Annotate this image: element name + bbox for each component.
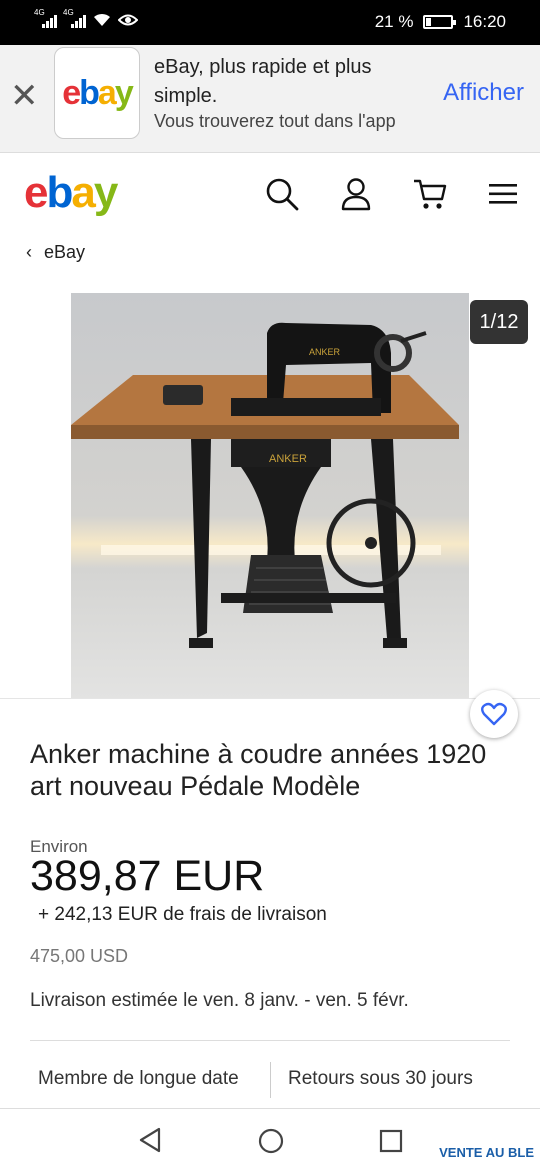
watermark: VENTE AU BLE [439, 1145, 534, 1160]
listing-title: Anker machine à coudre années 1920 art n… [30, 739, 487, 801]
delivery-estimate: Livraison estimée le ven. 8 janv. - ven.… [30, 990, 409, 1011]
banner-title: eBay, plus rapide et plus simple. [154, 56, 372, 107]
price: 389,87 EUR [30, 852, 265, 900]
banner-subtitle: Vous trouverez tout dans l'app [154, 111, 396, 131]
machine-brand-label: ANKER [269, 453, 307, 465]
search-icon[interactable] [264, 176, 300, 212]
wifi-icon [94, 13, 110, 26]
svg-text:ANKER: ANKER [309, 347, 341, 357]
recent-apps-icon[interactable] [379, 1129, 403, 1153]
app-logo: ebay [54, 47, 140, 139]
original-price: 475,00 USD [30, 946, 129, 966]
divider [30, 1040, 510, 1041]
network-type-label: 4G [63, 8, 74, 17]
logo-letter: b [79, 73, 100, 112]
breadcrumb[interactable]: ‹ eBay [26, 242, 85, 263]
image-counter: 1/12 [470, 300, 528, 344]
logo-letter: e [24, 168, 49, 217]
divider [0, 698, 540, 699]
logo-letter: a [97, 73, 117, 112]
site-header: ebay [0, 154, 540, 234]
eye-icon [118, 14, 138, 26]
chevron-left-icon: ‹ [26, 242, 32, 262]
header-icons [264, 176, 518, 212]
home-icon[interactable] [258, 1128, 284, 1154]
status-left: 4G 4G [34, 8, 138, 28]
signal-icon: 4G [34, 8, 57, 28]
shipping-cost: + 242,13 EUR de frais de livraison [38, 904, 327, 925]
sewing-machine-illustration: ANKER ANKER [71, 293, 469, 698]
battery-icon [423, 15, 457, 29]
logo-letter: e [62, 73, 81, 112]
system-nav-bar: VENTE AU BLE [0, 1108, 540, 1170]
ebay-logo: ebay [62, 73, 134, 113]
product-image[interactable]: ANKER ANKER [71, 293, 469, 698]
feature-long-time-member: Membre de longue date [38, 1068, 239, 1089]
feature-divider [270, 1062, 271, 1098]
logo-letter: a [71, 168, 96, 217]
battery-level [426, 18, 432, 26]
heart-icon [481, 702, 507, 726]
close-icon[interactable]: ✕ [10, 79, 39, 113]
cart-icon[interactable] [412, 177, 448, 211]
logo-letter: y [114, 73, 134, 112]
network-type-label: 4G [34, 8, 45, 17]
signal-icon: 4G [63, 8, 86, 28]
user-icon[interactable] [340, 177, 372, 211]
feature-returns: Retours sous 30 jours [288, 1068, 473, 1089]
menu-icon[interactable] [488, 182, 518, 206]
status-bar: 4G 4G 21 % 16:20 [0, 0, 540, 45]
watchlist-button[interactable] [470, 690, 518, 738]
clock: 16:20 [463, 12, 506, 31]
ebay-logo[interactable]: ebay [24, 168, 119, 218]
status-right: 21 % 16:20 [375, 12, 506, 32]
show-app-button[interactable]: Afficher [443, 79, 524, 107]
logo-letter: y [93, 168, 119, 217]
breadcrumb-label: eBay [44, 242, 86, 262]
back-icon[interactable] [138, 1127, 162, 1153]
app-banner: ✕ ebay eBay, plus rapide et plus simple.… [0, 45, 540, 153]
battery-percent: 21 % [374, 12, 414, 31]
logo-letter: b [46, 168, 73, 217]
